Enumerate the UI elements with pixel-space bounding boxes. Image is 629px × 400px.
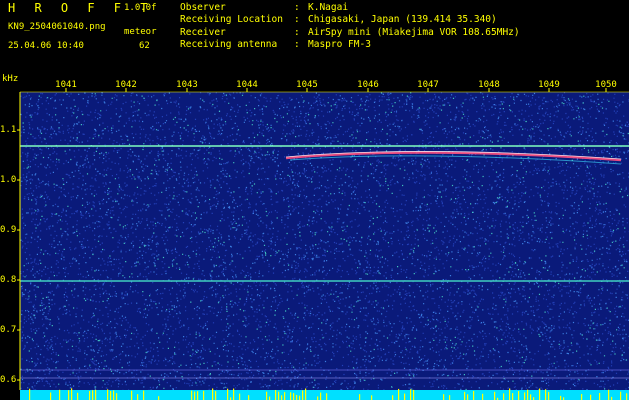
x-tick-label: 1042 <box>115 80 137 90</box>
spectrogram <box>17 88 629 400</box>
x-tick-label: 1044 <box>236 80 258 90</box>
signal-level-bar <box>20 390 629 400</box>
x-tick-label: 1043 <box>176 80 198 90</box>
y-tick-label: 0.9 <box>0 225 17 235</box>
y-tick-label: 0.7 <box>0 325 17 335</box>
y-axis-unit: kHz <box>2 74 19 84</box>
y-tick-label: 1.0 <box>0 175 17 185</box>
y-tick-label: 0.6 <box>0 375 17 385</box>
x-tick-label: 1041 <box>55 80 77 90</box>
x-tick-label: 1046 <box>357 80 379 90</box>
x-tick-label: 1048 <box>478 80 500 90</box>
y-tick-label: 1.1 <box>0 125 17 135</box>
x-tick-label: 1050 <box>595 80 617 90</box>
x-tick-label: 1045 <box>296 80 318 90</box>
x-tick-label: 1049 <box>538 80 560 90</box>
y-tick-label: 0.8 <box>0 275 17 285</box>
x-tick-label: 1047 <box>417 80 439 90</box>
